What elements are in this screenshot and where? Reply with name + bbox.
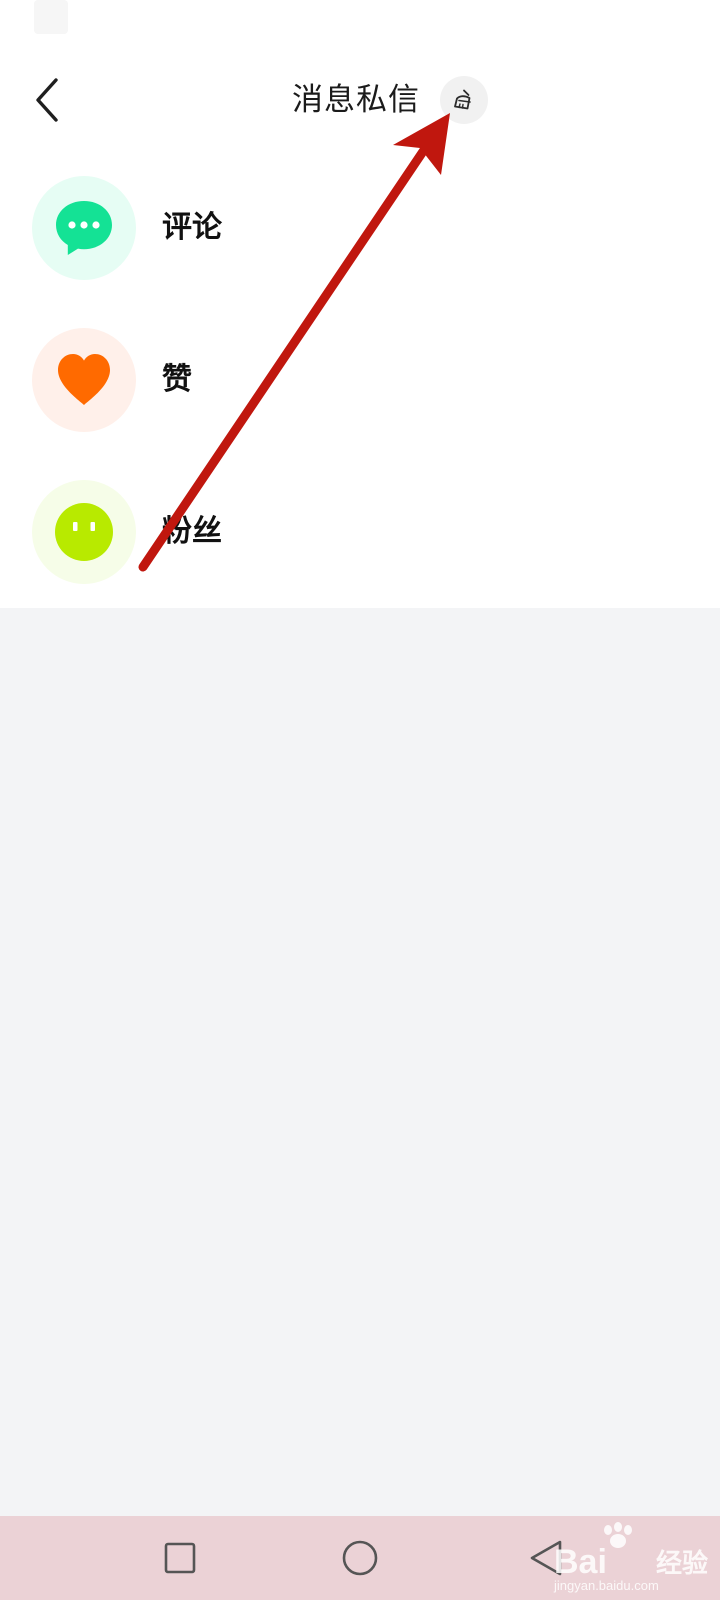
watermark-url: jingyan.baidu.com <box>554 1578 659 1593</box>
watermark: Bai 经验 jingyan.baidu.com <box>552 1522 712 1596</box>
status-bar-placeholder <box>34 0 68 34</box>
screen: 消息私信 评论 赞 粉丝 Bai 经验 jingyan.baidu.com <box>0 0 720 1600</box>
comment-icon-bg <box>32 176 136 280</box>
fan-face-icon <box>55 503 113 561</box>
menu-item-fans[interactable]: 粉丝 <box>0 478 720 586</box>
recent-apps-button[interactable] <box>156 1534 204 1582</box>
system-navigation-bar: Bai 经验 jingyan.baidu.com <box>0 1516 720 1600</box>
menu-item-likes[interactable]: 赞 <box>0 326 720 434</box>
circle-icon <box>342 1540 378 1576</box>
header-bar: 消息私信 <box>0 60 720 140</box>
page-title: 消息私信 <box>292 82 420 118</box>
clear-unread-button[interactable] <box>440 76 488 124</box>
like-icon-bg <box>32 328 136 432</box>
home-button[interactable] <box>336 1534 384 1582</box>
menu-item-comments[interactable]: 评论 <box>0 174 720 282</box>
watermark-suffix: 经验 <box>656 1549 709 1579</box>
menu-item-label: 评论 <box>162 210 222 245</box>
comment-bubble-icon <box>56 201 112 255</box>
fans-icon-bg <box>32 480 136 584</box>
square-icon <box>164 1542 196 1574</box>
watermark-brand: Bai <box>554 1543 607 1581</box>
heart-icon <box>58 354 110 405</box>
menu-item-label: 粉丝 <box>162 514 222 549</box>
menu-item-label: 赞 <box>162 362 192 397</box>
broom-icon <box>454 89 471 110</box>
message-panel: 消息私信 评论 赞 粉丝 <box>0 0 720 608</box>
back-button[interactable] <box>22 74 74 126</box>
chevron-left-icon <box>36 78 58 122</box>
